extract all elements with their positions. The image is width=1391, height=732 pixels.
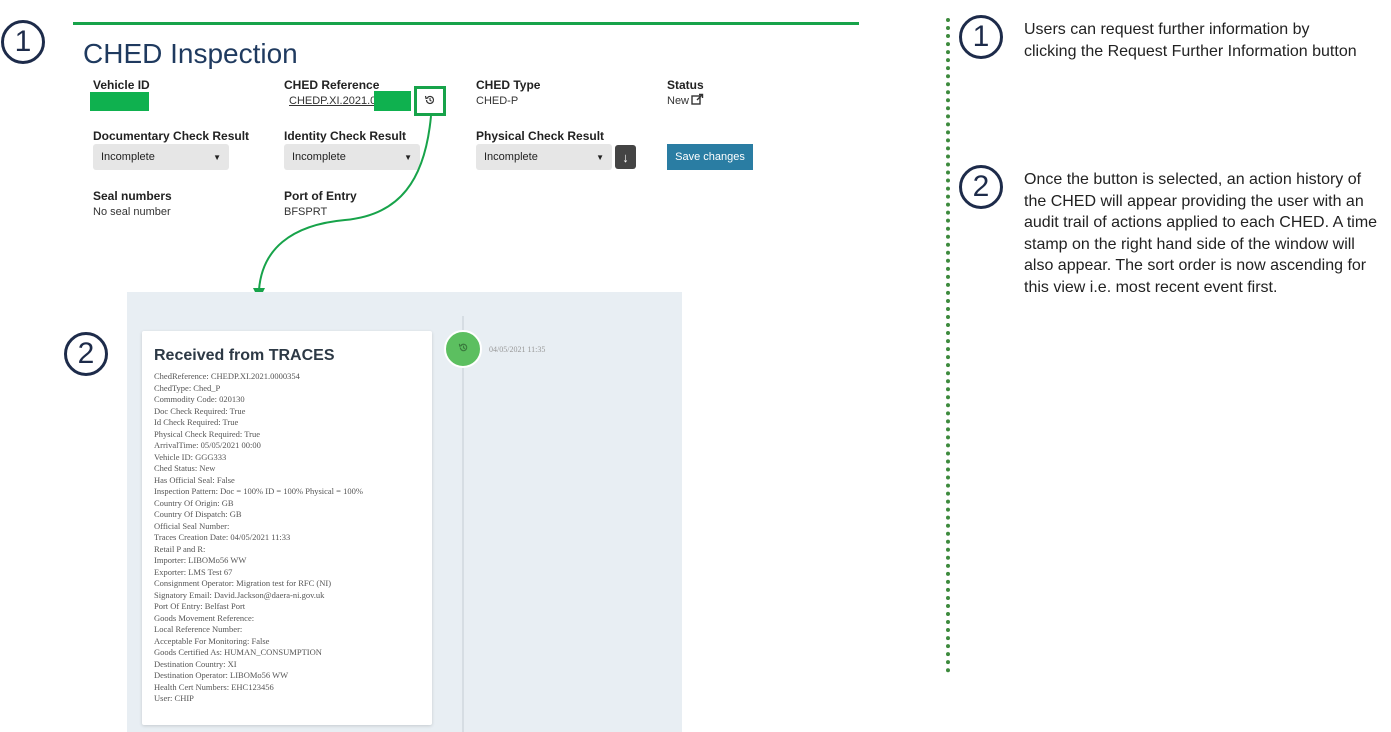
event-detail-line: Vehicle ID: GGG333 [154, 451, 227, 462]
timeline-event-marker [444, 330, 482, 368]
event-detail-line: Country Of Dispatch: GB [154, 509, 242, 519]
event-detail-line: Has Official Seal: False [154, 474, 235, 485]
section-divider [946, 18, 950, 673]
connector-arrow [253, 115, 432, 300]
event-title: Received from TRACES [154, 347, 335, 364]
history-icon [458, 342, 469, 356]
event-detail-line: ArrivalTime: 05/05/2021 00:00 [154, 440, 261, 450]
event-detail-line: Commodity Code: 020130 [154, 394, 245, 404]
event-detail-line: Local Reference Number: [154, 624, 243, 634]
event-detail-line: Port Of Entry: Belfast Port [154, 601, 246, 611]
event-detail-line: ChedReference: CHEDP.XI.2021.0000354 [154, 371, 300, 381]
event-detail-line: Importer: LIBOMo56 WW [154, 555, 247, 565]
step-marker-2: 2 [64, 332, 108, 376]
timeline-line [462, 316, 464, 732]
event-timestamp: 04/05/2021 11:35 [489, 345, 546, 354]
event-detail-line: Signatory Email: David.Jackson@daera-ni.… [154, 589, 325, 600]
event-detail-line: Goods Certified As: HUMAN_CONSUMPTION [154, 647, 322, 657]
event-detail-line: Country Of Origin: GB [154, 497, 234, 508]
event-detail-line: Traces Creation Date: 04/05/2021 11:33 [154, 532, 291, 542]
event-detail-line: Destination Country: XI [154, 658, 237, 669]
event-detail-line: Physical Check Required: True [154, 428, 261, 439]
event-detail-line: Ched Status: New [154, 463, 216, 473]
event-detail-line: Inspection Pattern: Doc = 100% ID = 100%… [154, 486, 363, 496]
event-detail-line: Health Cert Numbers: EHC123456 [154, 681, 274, 692]
event-detail-line: Id Check Required: True [154, 417, 239, 427]
event-detail-line: User: CHIP [154, 693, 194, 703]
note-marker-2: 2 [959, 165, 1003, 209]
event-detail-line: Doc Check Required: True [154, 405, 246, 416]
event-detail-line: ChedType: Ched_P [154, 382, 221, 393]
note-marker-1: 1 [959, 15, 1003, 59]
history-event-card: Received from TRACES ChedReference: CHED… [142, 331, 432, 725]
event-detail-line: Goods Movement Reference: [154, 612, 255, 623]
event-detail-line: Consignment Operator: Migration test for… [154, 578, 332, 588]
event-detail-line: Acceptable For Monitoring: False [154, 635, 270, 646]
event-detail-line: Retail P and R: [154, 543, 206, 554]
event-detail-line: Official Seal Number: [154, 520, 230, 531]
event-detail-line: Exporter: LMS Test 67 [154, 566, 233, 577]
event-detail-line: Destination Operator: LIBOMo56 WW [154, 670, 289, 680]
event-details-list: ChedReference: CHEDP.XI.2021.0000354 Ched… [154, 371, 363, 705]
note-step-2: Once the button is selected, an action h… [1024, 171, 1378, 296]
note-step-1: Users can request further information by… [1024, 21, 1357, 60]
